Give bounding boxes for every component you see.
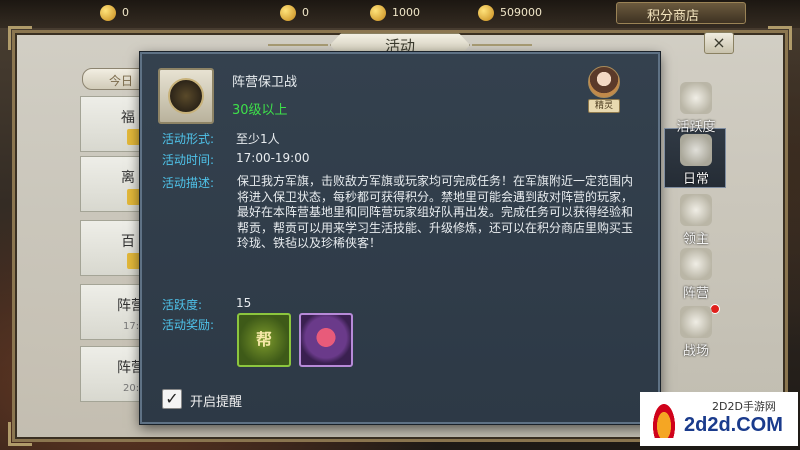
activity-name: 阵营保卫战	[232, 75, 298, 90]
side-nav-daily[interactable]: 日常	[668, 134, 724, 187]
guild-bag-icon: 帮	[255, 330, 272, 349]
side-nav-label: 活跃度	[676, 120, 716, 135]
list-item-label: 离	[121, 170, 135, 186]
list-item-label: 百	[121, 234, 135, 250]
side-nav-label: 战场	[682, 344, 709, 359]
reward-pearl-treasure[interactable]	[299, 313, 353, 367]
currency-jade: 1000	[370, 5, 420, 21]
tab-today[interactable]: 今日	[82, 68, 148, 90]
description-text: 保卫我方军旗，击败敌方军旗或玩家均可完成任务！在军旗附近一定范围内将进入保卫状态…	[237, 174, 634, 250]
side-nav-label: 领主	[682, 232, 709, 247]
description-label: 活动描述:	[162, 176, 215, 190]
list-item-time: 17:	[123, 321, 140, 332]
jade-icon	[370, 5, 386, 21]
points-shop-button[interactable]: 积分商店	[616, 2, 746, 24]
emblem-icon	[680, 194, 712, 226]
watermark-domain: 2d2d.COM	[684, 414, 783, 436]
side-nav-camp[interactable]: 阵营	[668, 248, 724, 301]
silver-coin-icon	[280, 5, 296, 21]
scroll-brush-icon	[680, 134, 712, 166]
frame-corner-ornament	[8, 26, 32, 50]
form-label: 活动形式:	[162, 132, 215, 146]
activity-icon	[158, 68, 214, 124]
activity-points-value: 15	[236, 296, 252, 310]
title-ornament	[472, 44, 532, 46]
time-label: 活动时间:	[162, 153, 215, 167]
sprite-avatar[interactable]	[588, 66, 620, 98]
activity-points-label: 活跃度:	[162, 298, 203, 312]
list-item-time: 20:	[123, 383, 140, 394]
silver-coin-icon	[100, 5, 116, 21]
side-nav-battlefield[interactable]: 战场	[668, 306, 724, 359]
title-ornament	[268, 44, 328, 46]
side-nav-lord[interactable]: 领主	[668, 194, 724, 247]
side-nav-activity[interactable]: 活跃度	[668, 82, 724, 135]
side-nav-label: 日常	[682, 172, 709, 187]
currency-bar: 0 0 1000 509000 积分商店	[0, 0, 800, 28]
form-value: 至少1人	[236, 132, 280, 146]
flame-logo-icon	[650, 398, 678, 438]
gold-ingot-icon	[478, 5, 494, 21]
flag-icon	[680, 248, 712, 280]
close-button[interactable]: ×	[704, 32, 734, 54]
crossed-swords-shield-icon	[168, 78, 204, 114]
watermark: 2D2D手游网 2d2d.COM	[640, 392, 798, 446]
reward-guild-bag[interactable]: 帮	[237, 313, 291, 367]
list-item-label: 福	[121, 110, 135, 126]
currency-silver-2: 0	[280, 5, 309, 21]
pearl-icon	[301, 315, 351, 365]
remind-checkbox[interactable]: ✓	[162, 389, 182, 409]
reward-label: 活动奖励:	[162, 318, 215, 332]
time-value: 17:00-19:00	[236, 151, 310, 165]
frame-corner-ornament	[768, 26, 792, 50]
frame-corner-ornament	[8, 422, 32, 446]
remind-label[interactable]: 开启提醒	[190, 391, 242, 410]
sprite-label: 精灵	[588, 99, 620, 113]
side-nav-label: 阵营	[682, 286, 709, 301]
watermark-site-name: 2D2D手游网	[712, 400, 776, 413]
currency-silver: 0	[100, 5, 129, 21]
currency-gold: 509000	[478, 5, 542, 21]
level-requirement: 30级以上	[232, 103, 288, 118]
tower-icon	[680, 306, 712, 338]
warrior-icon	[680, 82, 712, 114]
